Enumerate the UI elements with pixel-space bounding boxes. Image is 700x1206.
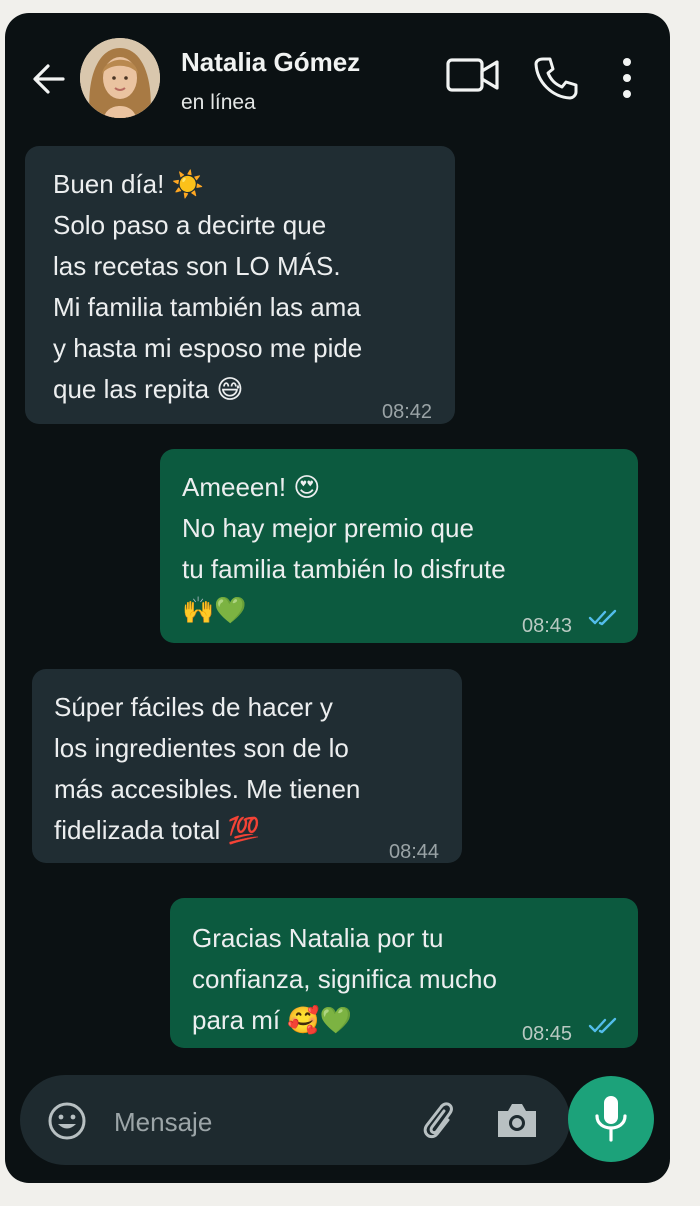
message-incoming[interactable]: Buen día! ☀️ Solo paso a decirte que las… (25, 146, 455, 424)
video-call-icon[interactable] (445, 55, 501, 95)
camera-icon[interactable] (494, 1099, 540, 1141)
read-receipt-icon (588, 1017, 617, 1034)
message-line: Ameeen! 😍 (182, 472, 321, 502)
mic-icon (595, 1096, 627, 1142)
message-line: Mi familia también las ama (53, 292, 361, 322)
message-line: Súper fáciles de hacer y (54, 692, 333, 722)
message-time: 08:42 (382, 401, 433, 423)
message-input[interactable] (112, 1100, 406, 1144)
message-line: No hay mejor premio que (182, 513, 474, 543)
chat-screen: Natalia Gómez en línea Buen día! ☀️ Solo… (5, 13, 670, 1183)
contact-status: en línea (181, 91, 256, 114)
message-line: confianza, significa mucho (192, 964, 497, 994)
message-outgoing[interactable]: Ameeen! 😍 No hay mejor premio que tu fam… (160, 449, 638, 643)
message-time: 08:44 (389, 841, 440, 863)
message-composer (20, 1075, 570, 1165)
message-outgoing[interactable]: Gracias Natalia por tu confianza, signif… (170, 898, 638, 1048)
more-menu-icon[interactable] (613, 55, 641, 101)
emoji-icon[interactable] (46, 1100, 88, 1142)
message-incoming[interactable]: Súper fáciles de hacer y los ingrediente… (32, 669, 462, 863)
chat-header: Natalia Gómez en línea (5, 13, 670, 143)
back-arrow-icon[interactable] (29, 59, 69, 99)
contact-avatar[interactable] (80, 38, 160, 118)
message-line: Buen día! ☀️ (53, 169, 204, 199)
message-time: 08:45 (522, 1023, 573, 1045)
message-line: Solo paso a decirte que (53, 210, 327, 240)
read-receipt-icon (588, 609, 617, 626)
attach-icon[interactable] (418, 1097, 458, 1145)
avatar-photo (80, 38, 160, 118)
message-line: y hasta mi esposo me pide (53, 333, 363, 363)
phone-icon[interactable] (533, 55, 579, 101)
message-time: 08:43 (522, 615, 573, 637)
mic-button[interactable] (568, 1076, 654, 1162)
message-line: Gracias Natalia por tu (192, 923, 444, 953)
contact-name[interactable]: Natalia Gómez (181, 47, 360, 78)
message-line: más accesibles. Me tienen (54, 774, 361, 804)
message-line: los ingredientes son de lo (54, 733, 349, 763)
message-line: las recetas son LO MÁS. (53, 251, 341, 281)
message-line: tu familia también lo disfrute (182, 554, 506, 584)
